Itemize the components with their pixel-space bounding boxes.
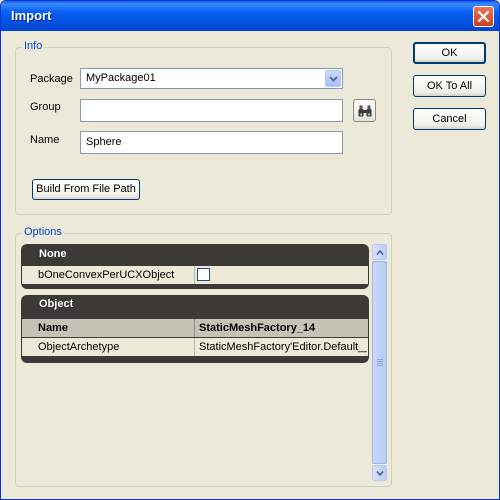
property-value: StaticMeshFactory'Editor.Default__ <box>199 341 367 353</box>
scroll-thumb[interactable] <box>372 261 387 464</box>
package-label: Package <box>30 73 73 85</box>
package-dropdown-arrow[interactable] <box>325 70 341 87</box>
close-button[interactable] <box>473 6 494 27</box>
ok-button[interactable]: OK <box>413 42 486 64</box>
name-label: Name <box>30 134 60 146</box>
title-bar[interactable]: Import <box>1 1 499 31</box>
property-checkbox[interactable] <box>197 268 210 281</box>
category-none: None bOneConvexPerUCXObject <box>21 244 369 289</box>
chevron-down-icon <box>329 76 338 82</box>
property-row[interactable]: bOneConvexPerUCXObject <box>22 266 368 284</box>
options-group-title: Options <box>22 226 64 238</box>
package-dropdown[interactable]: MyPackage01 <box>80 68 343 89</box>
property-name: bOneConvexPerUCXObject <box>38 269 175 281</box>
ok-to-all-button[interactable]: OK To All <box>413 75 486 97</box>
scroll-up-button[interactable] <box>372 244 387 260</box>
binoculars-icon <box>358 105 372 117</box>
chevron-up-icon <box>376 250 384 255</box>
category-object: Object Name StaticMeshFactory_14 ObjectA… <box>21 295 369 363</box>
browse-group-button[interactable] <box>353 99 376 122</box>
property-name: ObjectArchetype <box>38 341 120 353</box>
property-value: StaticMeshFactory_14 <box>199 322 316 334</box>
property-row-selected[interactable]: Name StaticMeshFactory_14 <box>22 319 368 337</box>
close-icon <box>478 11 489 22</box>
group-input[interactable] <box>80 99 343 122</box>
property-row[interactable]: ObjectArchetype StaticMeshFactory'Editor… <box>22 338 368 356</box>
chevron-down-icon <box>376 471 384 476</box>
category-header[interactable]: None <box>21 244 369 264</box>
property-name: Name <box>38 322 68 334</box>
build-from-file-path-button[interactable]: Build From File Path <box>32 179 140 200</box>
info-group-title: Info <box>22 40 45 52</box>
import-dialog: Import Info Package MyPackage01 Group Na… <box>0 0 500 500</box>
scroll-down-button[interactable] <box>372 465 387 481</box>
window-title: Import <box>11 8 52 23</box>
category-header[interactable]: Object <box>21 295 369 315</box>
cancel-button[interactable]: Cancel <box>413 108 486 130</box>
package-value: MyPackage01 <box>86 72 156 84</box>
options-scrollbar[interactable] <box>372 244 387 481</box>
name-input[interactable]: Sphere <box>80 131 343 154</box>
group-label: Group <box>30 101 61 113</box>
column-divider <box>194 266 195 284</box>
